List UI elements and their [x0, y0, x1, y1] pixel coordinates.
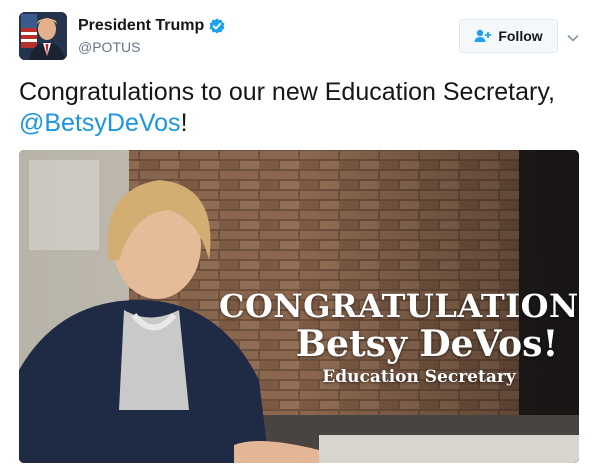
overlay-name: Betsy DeVos!	[295, 323, 559, 365]
author-name-row: President Trump	[78, 17, 225, 35]
verified-badge-icon	[209, 18, 225, 34]
display-name[interactable]: President Trump	[78, 17, 204, 35]
author-handle[interactable]: @POTUS	[78, 39, 140, 55]
follow-button[interactable]: Follow	[459, 19, 558, 53]
avatar-image	[19, 12, 67, 60]
overlay-title: Education Secretary	[322, 367, 516, 387]
tweet-media-image[interactable]: CONGRATULATIONS Betsy DeVos! Education S…	[19, 150, 579, 463]
avatar[interactable]	[19, 12, 67, 60]
follow-user-icon	[474, 29, 492, 43]
mention-link[interactable]: @BetsyDeVos	[19, 109, 181, 137]
tweet-card: President Trump @POTUS Follow Congratula…	[0, 0, 597, 470]
tweet-text: Congratulations to our new Education Sec…	[19, 77, 584, 139]
media-overlay-text: CONGRATULATIONS Betsy DeVos! Education S…	[219, 287, 579, 388]
follow-button-label: Follow	[498, 28, 543, 44]
chevron-down-icon[interactable]	[566, 30, 580, 42]
tweet-text-end: !	[180, 109, 188, 137]
overlay-congratulations: CONGRATULATIONS	[219, 287, 579, 325]
tweet-text-body: Congratulations to our new Education Sec…	[19, 78, 555, 106]
